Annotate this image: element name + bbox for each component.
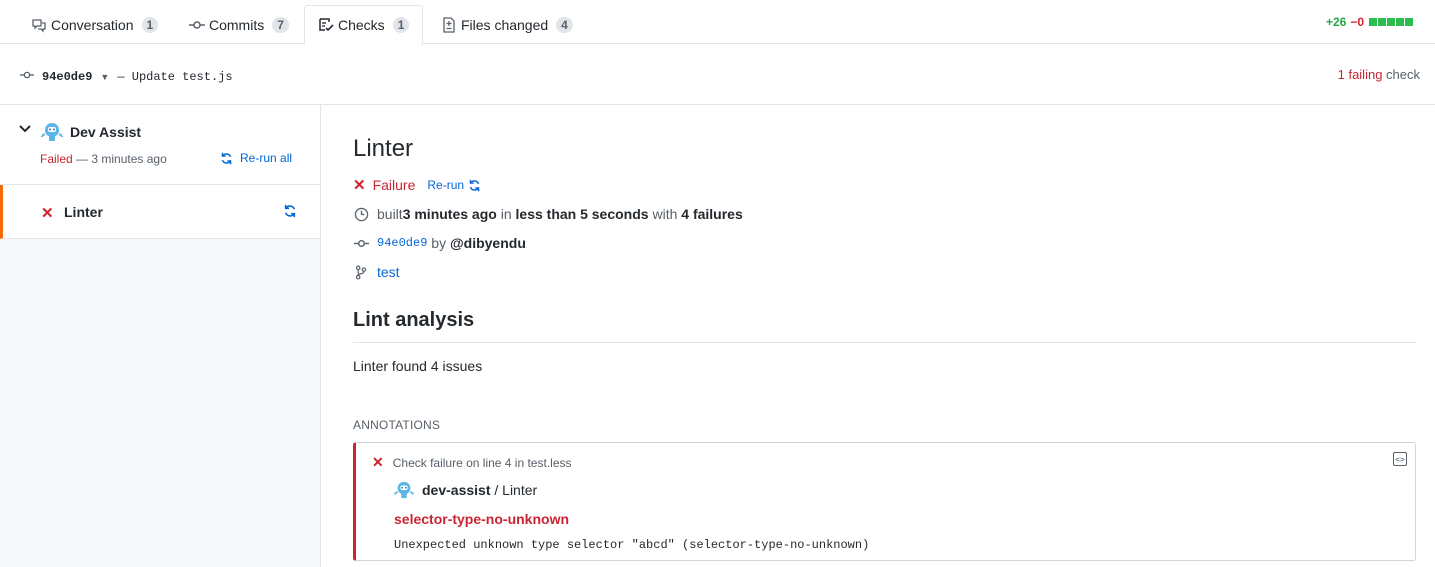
- x-icon: ✕: [41, 205, 54, 222]
- branch-link[interactable]: test: [377, 264, 400, 280]
- diffstat-deletions: −0: [1350, 15, 1364, 29]
- tab-commits[interactable]: Commits 7: [189, 5, 289, 44]
- git-branch-icon: [353, 265, 369, 280]
- annotations-header: ANNOTATIONS: [353, 418, 441, 432]
- sync-icon: [221, 152, 232, 164]
- status-time: — 3 minutes ago: [72, 152, 167, 166]
- check-suite-name[interactable]: Dev Assist: [70, 124, 141, 140]
- build-duration: less than 5 seconds: [515, 206, 649, 222]
- annotation-rule: selector-type-no-unknown: [394, 511, 570, 527]
- x-icon: ✕: [372, 454, 384, 470]
- tab-count: 4: [556, 16, 573, 33]
- git-commit-icon: [353, 236, 369, 251]
- built-with: with: [648, 206, 682, 222]
- failing-checks-summary: 1 failing check: [1338, 67, 1420, 82]
- app-avatar-icon: [394, 481, 414, 499]
- commit-message: — Update test.js: [117, 69, 233, 84]
- diffstat-blocks: [1368, 18, 1413, 26]
- built-in: in: [496, 206, 516, 222]
- tab-label: Commits: [209, 16, 265, 33]
- diffstat-block: [1369, 18, 1377, 26]
- git-commit-icon: [189, 17, 207, 33]
- clock-icon: [353, 207, 369, 222]
- tab-files-changed[interactable]: Files changed 4: [441, 5, 573, 44]
- conclusion-row: ✕ Failure Re-run: [353, 176, 481, 194]
- diffstat-block: [1405, 18, 1413, 26]
- tab-label: Checks: [338, 17, 385, 33]
- pr-tab-bar: Conversation 1 Commits 7 Checks 1 Files …: [0, 0, 1435, 45]
- branch-row: test: [353, 264, 400, 280]
- annotation-check-name: / Linter: [490, 482, 538, 498]
- checklist-icon: [318, 17, 336, 33]
- diffstat-block: [1378, 18, 1386, 26]
- diffstat-block: [1387, 18, 1395, 26]
- commit-sha[interactable]: 94e0de9: [42, 70, 92, 84]
- author-link[interactable]: @dibyendu: [450, 235, 526, 251]
- failing-suffix: check: [1382, 67, 1420, 82]
- annotation-message: Unexpected unknown type selector "abcd" …: [394, 538, 870, 552]
- annotation-app: dev-assist / Linter: [394, 480, 537, 500]
- rerun-label: Re-run: [427, 178, 465, 192]
- built-time: 3 minutes ago: [402, 206, 497, 222]
- annotation-card: ✕ Check failure on line 4 in test.less <…: [353, 442, 1416, 561]
- check-run-name: Linter: [64, 204, 103, 220]
- comment-discussion-icon: [31, 17, 49, 33]
- app-avatar-icon: [41, 121, 63, 146]
- tab-count: 1: [141, 16, 159, 33]
- code-icon[interactable]: <>: [1393, 452, 1407, 466]
- failing-count: 1 failing: [1337, 67, 1383, 82]
- commit-sha-link[interactable]: 94e0de9: [377, 236, 427, 250]
- check-suite-sidebar: Dev Assist Failed — 3 minutes ago Re-run…: [0, 105, 321, 567]
- summary-text: Linter found 4 issues: [353, 358, 483, 374]
- rerun-all-label: Re-run all: [240, 151, 293, 165]
- tab-checks[interactable]: Checks 1: [304, 5, 424, 45]
- rerun-button[interactable]: Re-run: [427, 178, 481, 192]
- file-diff-icon: [441, 16, 459, 33]
- commit-bar: 94e0de9 ▼ — Update test.js 1 failing che…: [0, 44, 1435, 105]
- tab-count: 1: [392, 17, 410, 33]
- diffstat-block: [1396, 18, 1404, 26]
- tab-count: 7: [272, 16, 289, 33]
- chevron-down-icon[interactable]: [19, 124, 31, 134]
- by-text: by: [427, 235, 450, 251]
- annotation-app-name[interactable]: dev-assist: [422, 482, 490, 498]
- tab-label: Conversation: [51, 16, 134, 33]
- status-failed: Failed: [40, 152, 73, 166]
- built-prefix: built: [377, 206, 403, 222]
- check-suite-status: Failed — 3 minutes ago: [40, 152, 167, 166]
- check-run-title: Linter: [353, 135, 414, 162]
- diffstat: +26 −0: [1326, 15, 1413, 29]
- x-icon: ✕: [353, 177, 366, 194]
- check-run-item[interactable]: ✕ Linter: [0, 185, 320, 239]
- git-commit-icon: [20, 68, 34, 85]
- build-info-row: built 3 minutes ago in less than 5 secon…: [353, 206, 743, 222]
- commit-row: 94e0de9 by @dibyendu: [353, 235, 526, 251]
- sync-icon: [469, 179, 480, 191]
- rerun-all-button[interactable]: Re-run all: [220, 151, 292, 165]
- annotation-title: ✕ Check failure on line 4 in test.less: [372, 454, 572, 471]
- annotation-title-text: Check failure on line 4 in test.less: [392, 455, 572, 470]
- tab-conversation[interactable]: Conversation 1: [31, 5, 159, 44]
- section-title: Lint analysis: [353, 309, 1416, 343]
- failure-count: 4 failures: [681, 206, 743, 222]
- conclusion-text: Failure: [372, 177, 416, 193]
- sync-icon[interactable]: [283, 204, 297, 218]
- tab-label: Files changed: [461, 16, 549, 33]
- check-suite: Dev Assist Failed — 3 minutes ago Re-run…: [0, 105, 320, 185]
- commit-selector[interactable]: 94e0de9 ▼ — Update test.js: [20, 68, 233, 85]
- diffstat-additions: +26: [1325, 15, 1347, 29]
- caret-down-icon[interactable]: ▼: [100, 72, 109, 82]
